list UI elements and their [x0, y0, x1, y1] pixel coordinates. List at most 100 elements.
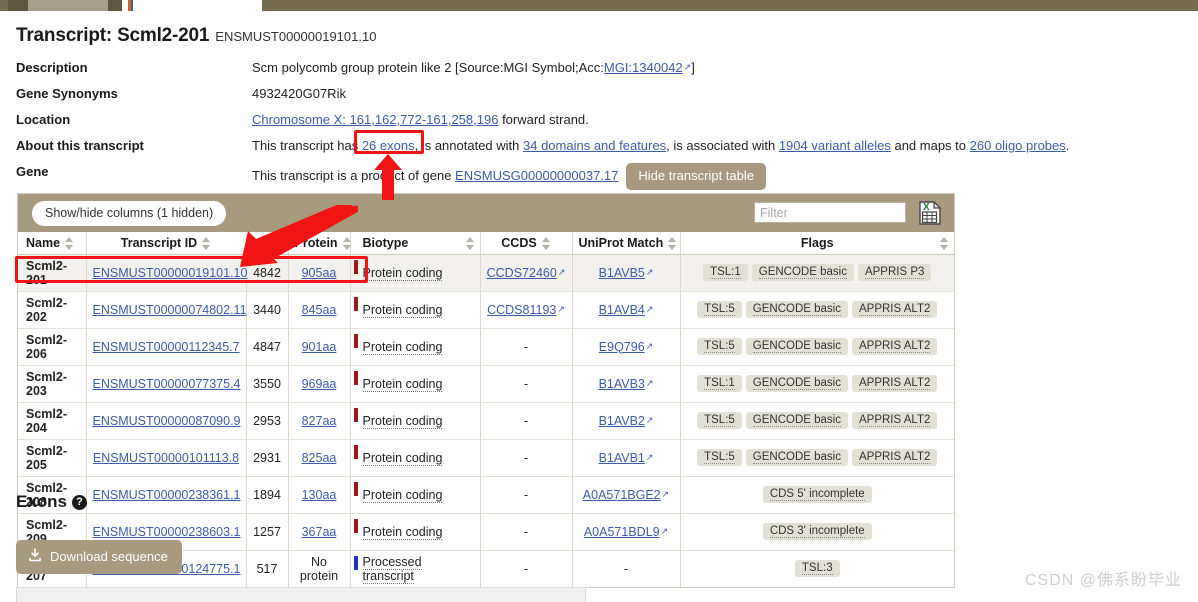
- cell-transcript-id[interactable]: ENSMUST00000019101.10: [86, 254, 248, 292]
- cell-uniprot[interactable]: E9Q796↗: [572, 328, 681, 366]
- transcript-id-link[interactable]: ENSMUST00000238361.1: [93, 488, 241, 502]
- protein-length-link[interactable]: 845aa: [302, 303, 337, 317]
- transcript-id-link[interactable]: ENSMUST00000074802.11: [93, 303, 247, 317]
- flag-chip[interactable]: GENCODE basic: [751, 264, 854, 281]
- column-header-flags[interactable]: Flags: [680, 232, 954, 255]
- cell-flags[interactable]: CDS 5' incomplete: [680, 476, 954, 514]
- top-strip-tab-dark[interactable]: [108, 0, 122, 11]
- cell-transcript-id[interactable]: ENSMUST00000112345.7: [86, 328, 247, 366]
- transcript-id-link[interactable]: ENSMUST00000101113.8: [93, 451, 239, 465]
- flag-chip[interactable]: TSL:5: [697, 412, 742, 429]
- flag-chip[interactable]: TSL:5: [697, 449, 742, 466]
- cell-transcript-id[interactable]: ENSMUST00000077375.4: [86, 365, 247, 403]
- uniprot-link[interactable]: E9Q796: [599, 340, 645, 354]
- protein-length-link[interactable]: 130aa: [302, 488, 337, 502]
- transcript-id-link[interactable]: ENSMUST00000019101.10: [93, 266, 248, 280]
- cell-protein[interactable]: 367aa: [288, 513, 351, 551]
- sort-arrows-icon[interactable]: [272, 236, 282, 250]
- cell-protein[interactable]: 845aa: [288, 291, 351, 329]
- flag-chip[interactable]: CDS 3' incomplete: [762, 523, 872, 540]
- flag-chip[interactable]: APPRIS ALT2: [851, 449, 938, 466]
- cell-uniprot[interactable]: A0A571BDL9↗: [572, 513, 681, 551]
- cell-protein[interactable]: 827aa: [288, 402, 351, 440]
- show-hide-columns-button[interactable]: Show/hide columns (1 hidden): [32, 201, 227, 226]
- oligo-probes-link[interactable]: 260 oligo probes: [970, 138, 1066, 153]
- protein-length-link[interactable]: 825aa: [302, 451, 337, 465]
- cell-ccds[interactable]: CCDS72460↗: [480, 254, 573, 292]
- filter-input[interactable]: [754, 202, 906, 223]
- uniprot-link[interactable]: B1AVB4: [599, 303, 645, 317]
- cell-protein[interactable]: 905aa: [288, 254, 351, 292]
- top-strip-tab-active[interactable]: [8, 0, 28, 11]
- sort-arrows-icon[interactable]: [202, 236, 211, 250]
- cell-protein[interactable]: 825aa: [288, 439, 351, 477]
- flag-chip[interactable]: TSL:5: [697, 338, 742, 355]
- flag-chip[interactable]: APPRIS ALT2: [851, 301, 938, 318]
- cell-flags[interactable]: TSL:1 GENCODE basic APPRIS ALT2: [680, 365, 954, 403]
- sort-arrows-icon[interactable]: [940, 237, 949, 250]
- cell-flags[interactable]: TSL:5 GENCODE basic APPRIS ALT2: [680, 328, 954, 366]
- column-header-bp[interactable]: bp: [246, 232, 289, 255]
- flag-chip[interactable]: TSL:1: [697, 375, 742, 392]
- flag-chip[interactable]: TSL:1: [703, 264, 748, 281]
- transcript-id-link[interactable]: ENSMUST00000077375.4: [93, 377, 241, 391]
- table-row[interactable]: Scml2-205 ENSMUST00000101113.8 2931 825aa Pr…: [18, 439, 954, 477]
- cell-flags[interactable]: TSL:5 GENCODE basic APPRIS ALT2: [680, 402, 954, 440]
- cell-uniprot[interactable]: B1AVB4↗: [572, 291, 681, 329]
- sort-arrows-icon[interactable]: [541, 236, 551, 250]
- sort-arrows-icon[interactable]: [65, 236, 74, 250]
- flag-chip[interactable]: CDS 5' incomplete: [762, 486, 872, 503]
- cell-flags[interactable]: TSL:3: [680, 550, 954, 587]
- cell-flags[interactable]: CDS 3' incomplete: [680, 513, 954, 551]
- cell-ccds[interactable]: CCDS81193↗: [480, 291, 573, 329]
- flag-chip[interactable]: TSL:5: [697, 301, 742, 318]
- gene-id-link[interactable]: ENSMUSG00000000037.17: [455, 168, 618, 183]
- cell-uniprot[interactable]: A0A571BGE2↗: [572, 476, 681, 514]
- column-header-ccds[interactable]: CCDS: [480, 232, 573, 255]
- column-header-name[interactable]: Name: [18, 232, 87, 255]
- flag-chip[interactable]: GENCODE basic: [745, 449, 848, 466]
- table-row[interactable]: Scml2-208 ENSMUST00000238361.1 1894 130aa Pr…: [18, 476, 954, 514]
- cell-protein[interactable]: 969aa: [288, 365, 351, 403]
- flag-chip[interactable]: GENCODE basic: [745, 412, 848, 429]
- question-mark-icon[interactable]: ?: [72, 495, 88, 510]
- mgi-accession-link[interactable]: MGI:1340042: [604, 60, 683, 75]
- transcript-id-link[interactable]: ENSMUST00000087090.9: [93, 414, 241, 428]
- sort-arrows-icon[interactable]: [668, 236, 677, 250]
- cell-flags[interactable]: TSL:5 GENCODE basic APPRIS ALT2: [680, 439, 954, 477]
- protein-length-link[interactable]: 969aa: [302, 377, 337, 391]
- transcript-id-link[interactable]: ENSMUST00000112345.7: [93, 340, 240, 354]
- column-header-biotype[interactable]: Biotype: [350, 232, 481, 255]
- cell-flags[interactable]: TSL:1 GENCODE basic APPRIS P3: [680, 254, 954, 292]
- uniprot-link[interactable]: B1AVB1: [599, 451, 645, 465]
- cell-flags[interactable]: TSL:5 GENCODE basic APPRIS ALT2: [680, 291, 954, 329]
- table-row[interactable]: Scml2-204 ENSMUST00000087090.9 2953 827aa Pr…: [18, 402, 954, 440]
- column-header-uniprot-match[interactable]: UniProt Match: [572, 232, 681, 255]
- flag-chip[interactable]: TSL:3: [794, 560, 840, 577]
- cell-transcript-id[interactable]: ENSMUST00000074802.11: [86, 291, 247, 329]
- excel-export-icon[interactable]: X: [917, 199, 943, 227]
- ccds-link[interactable]: CCDS72460: [487, 266, 557, 280]
- flag-chip[interactable]: GENCODE basic: [745, 375, 848, 392]
- protein-length-link[interactable]: 901aa: [302, 340, 337, 354]
- uniprot-link[interactable]: B1AVB5: [599, 266, 645, 280]
- cell-uniprot[interactable]: B1AVB2↗: [572, 402, 681, 440]
- top-strip-tab-light[interactable]: [28, 0, 108, 11]
- variant-alleles-link[interactable]: 1904 variant alleles: [779, 138, 891, 153]
- uniprot-link[interactable]: A0A571BDL9: [584, 525, 660, 539]
- uniprot-link[interactable]: B1AVB3: [599, 377, 645, 391]
- table-row[interactable]: Scml2-201 ENSMUST00000019101.10 4842 905aa P…: [18, 254, 954, 292]
- cell-protein[interactable]: 901aa: [288, 328, 351, 366]
- cell-transcript-id[interactable]: ENSMUST00000238361.1: [86, 476, 247, 514]
- flag-chip[interactable]: GENCODE basic: [745, 301, 848, 318]
- hide-transcript-table-button[interactable]: Hide transcript table: [626, 163, 767, 191]
- cell-protein[interactable]: 130aa: [288, 476, 351, 514]
- ccds-link[interactable]: CCDS81193: [487, 303, 556, 317]
- domains-features-link[interactable]: 34 domains and features: [523, 138, 666, 153]
- table-row[interactable]: Scml2-202 ENSMUST00000074802.11 3440 845aa P…: [18, 291, 954, 329]
- flag-chip[interactable]: APPRIS ALT2: [851, 375, 938, 392]
- flag-chip[interactable]: APPRIS P3: [857, 264, 932, 281]
- cell-transcript-id[interactable]: ENSMUST00000087090.9: [86, 402, 247, 440]
- cell-transcript-id[interactable]: ENSMUST00000101113.8: [86, 439, 247, 477]
- column-header-protein[interactable]: Protein: [288, 232, 351, 255]
